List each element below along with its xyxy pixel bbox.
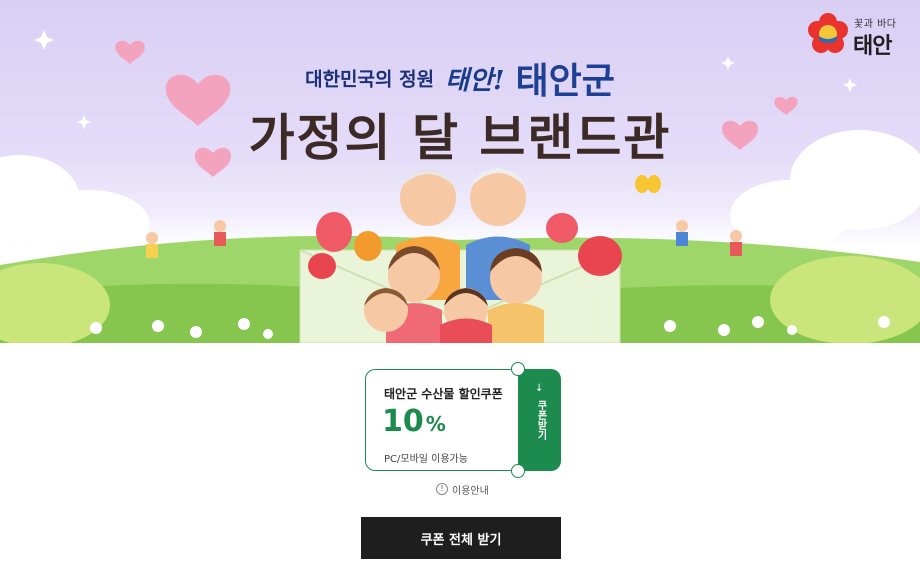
logo-name: 태안 <box>853 34 892 59</box>
download-all-coupons-button[interactable]: 쿠폰 전체 받기 <box>361 517 561 559</box>
usage-info-label: 이용안내 <box>452 485 489 497</box>
banner-title: 가정의 달 브랜드관 <box>248 109 672 167</box>
coupon-note: PC/모바일 이용가능 <box>384 454 468 465</box>
coupon-value: 10 <box>382 404 424 439</box>
coupon-download-stub[interactable]: ↓ 쿠폰받기 <box>518 369 561 471</box>
coupon-body: 태안군 수산물 할인쿠폰 10% PC/모바일 이용가능 <box>365 369 519 471</box>
page: 대한민국의 정원 태안! 태안군 가정의 달 브랜드관 꽃과 바다 태안 태안군… <box>0 0 920 575</box>
promo-banner: 대한민국의 정원 태안! 태안군 가정의 달 브랜드관 꽃과 바다 태안 <box>0 0 920 343</box>
coupon-notch <box>511 464 525 478</box>
flower-logo-icon <box>808 13 848 53</box>
butterfly-icon <box>635 175 661 193</box>
subtitle-brand: 태안군 <box>515 61 615 102</box>
coupon-unit: % <box>425 412 446 436</box>
banner-subtitle: 대한민국의 정원 태안! 태안군 <box>0 52 920 104</box>
coupon-discount: 10% <box>382 404 446 439</box>
coupon-notch <box>511 362 525 376</box>
coupon-stub-label: 쿠폰받기 <box>535 400 546 440</box>
coupon-title: 태안군 수산물 할인쿠폰 <box>384 387 503 401</box>
coupon-card[interactable]: 태안군 수산물 할인쿠폰 10% PC/모바일 이용가능 ↓ 쿠폰받기 <box>365 362 561 478</box>
info-icon: ! <box>436 483 448 495</box>
subtitle-script: 태안! <box>445 65 505 96</box>
subtitle-prefix: 대한민국의 정원 <box>305 68 435 91</box>
taean-logo[interactable]: 꽃과 바다 태안 <box>806 12 902 59</box>
usage-info-link[interactable]: ! 이용안내 <box>436 482 489 497</box>
